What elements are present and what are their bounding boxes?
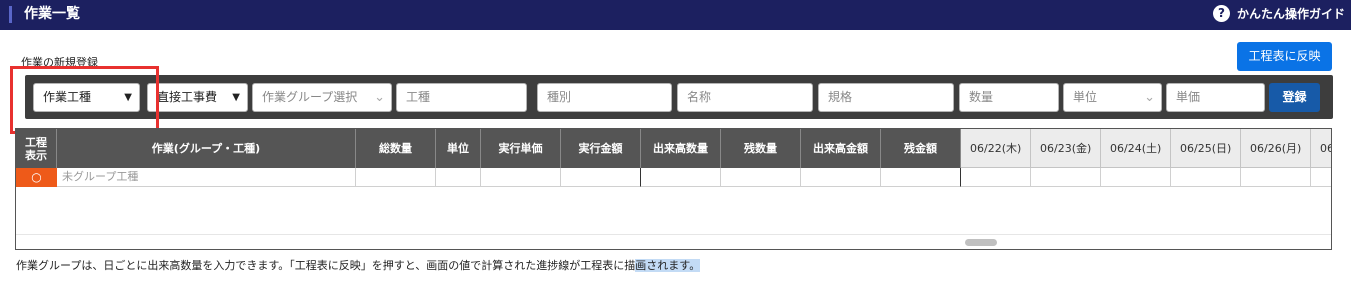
shubetsu-input[interactable]: 種別 xyxy=(537,83,672,112)
row-cell[interactable] xyxy=(1171,168,1241,187)
unit-placeholder: 単位 xyxy=(1073,90,1098,104)
row-cell[interactable] xyxy=(1031,168,1101,187)
unit-select[interactable]: 単位 ⌄ xyxy=(1063,83,1162,112)
help-note-text: 作業グループは、日ごとに出来高数量を入力できます。「工程表に反映」を押すと、画面… xyxy=(16,259,636,272)
row-cell[interactable] xyxy=(1101,168,1171,187)
horizontal-scrollbar-thumb[interactable] xyxy=(965,239,997,246)
header-date: 06/24(土) xyxy=(1101,129,1171,168)
row-cell xyxy=(641,168,721,187)
work-group-select[interactable]: 作業グループ選択 ⌄ xyxy=(252,83,392,112)
cost-type-value: 直接工事費 xyxy=(157,90,218,104)
header-unit: 単位 xyxy=(436,129,481,168)
meisho-input[interactable]: 名称 xyxy=(677,83,813,112)
chevron-down-icon: ▼ xyxy=(232,92,240,103)
annotation-highlight-box xyxy=(10,66,159,134)
header-koutei-line2: 表示 xyxy=(25,148,47,162)
header-date: 06/26(月) xyxy=(1241,129,1311,168)
row-cell xyxy=(436,168,481,187)
header-remain-amount: 残金額 xyxy=(881,129,961,168)
header-exec-amount: 実行金額 xyxy=(561,129,641,168)
header-work: 作業(グループ・工種) xyxy=(57,129,356,168)
header-total-qty: 総数量 xyxy=(356,129,436,168)
row-cell xyxy=(721,168,801,187)
work-group-placeholder: 作業グループ選択 xyxy=(262,90,358,104)
cost-type-select[interactable]: 直接工事費 ▼ xyxy=(147,83,248,112)
row-cell[interactable] xyxy=(961,168,1031,187)
top-header: 作業一覧 ? かんたん操作ガイド xyxy=(0,0,1351,30)
row-cell[interactable] xyxy=(1311,168,1331,187)
row-cell xyxy=(801,168,881,187)
header-date: 06 xyxy=(1311,129,1331,168)
row-work-name: 未グループ工種 xyxy=(57,168,356,187)
unit-price-input[interactable]: 単価 xyxy=(1166,83,1265,112)
reflect-to-schedule-button[interactable]: 工程表に反映 xyxy=(1237,42,1332,71)
easy-guide-label: かんたん操作ガイド xyxy=(1236,7,1345,21)
header-date: 06/25(日) xyxy=(1171,129,1241,168)
new-work-form-bar: 作業工種 ▼ 直接工事費 ▼ 作業グループ選択 ⌄ 工種 種別 名称 規格 数量… xyxy=(25,75,1333,119)
header-date: 06/23(金) xyxy=(1031,129,1101,168)
header-remain-qty: 残数量 xyxy=(721,129,801,168)
table-divider xyxy=(16,234,1331,235)
row-cell xyxy=(561,168,641,187)
chevron-down-icon: ⌄ xyxy=(374,90,385,105)
kikaku-input[interactable]: 規格 xyxy=(818,83,954,112)
koutei-display-toggle[interactable]: ○ xyxy=(16,168,57,187)
quantity-input[interactable]: 数量 xyxy=(959,83,1059,112)
chevron-down-icon: ⌄ xyxy=(1144,90,1155,105)
page-title: 作業一覧 xyxy=(24,6,80,22)
help-note-selected-text: 画されます。 xyxy=(635,259,701,272)
help-icon: ? xyxy=(1212,5,1230,22)
header-exec-unit-price: 実行単価 xyxy=(481,129,561,168)
header-koutei-display: 工程 表示 xyxy=(16,129,57,168)
header-accent-bar xyxy=(9,6,12,23)
help-note: 作業グループは、日ごとに出来高数量を入力できます。「工程表に反映」を押すと、画面… xyxy=(16,258,701,274)
easy-guide-link[interactable]: ? かんたん操作ガイド xyxy=(1212,5,1345,22)
header-done-qty: 出来高数量 xyxy=(641,129,721,168)
register-button[interactable]: 登録 xyxy=(1269,83,1320,112)
row-cell xyxy=(356,168,436,187)
row-cell[interactable] xyxy=(1241,168,1311,187)
header-done-amount: 出来高金額 xyxy=(801,129,881,168)
header-koutei-line1: 工程 xyxy=(25,135,47,149)
work-list-table: 工程 表示 作業(グループ・工種) 総数量 単位 実行単価 実行金額 出来高数量… xyxy=(15,128,1332,250)
koshu-input[interactable]: 工種 xyxy=(396,83,527,112)
row-cell xyxy=(881,168,961,187)
header-date: 06/22(木) xyxy=(961,129,1031,168)
row-cell xyxy=(481,168,561,187)
